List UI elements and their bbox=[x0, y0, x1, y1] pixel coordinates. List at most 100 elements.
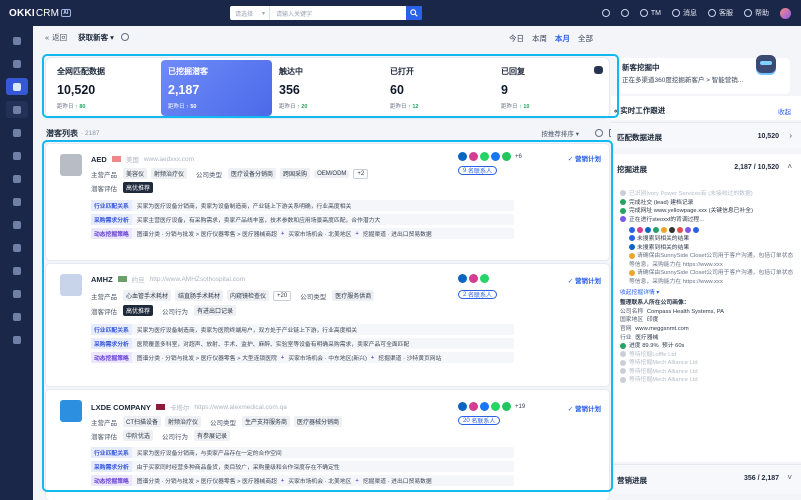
company-website[interactable]: www.aedxxx.com bbox=[144, 156, 194, 163]
stat-reaching[interactable]: 触达中 356 距昨日 ↑ 20 bbox=[272, 60, 383, 116]
dynamic-key: 动态挖掘策略 bbox=[91, 475, 132, 486]
company-logo bbox=[60, 154, 82, 176]
source-icon bbox=[669, 226, 675, 233]
progress-row: 进度 89.9% 预计 60s bbox=[620, 342, 796, 351]
contacts-pill[interactable]: 20 名联系人 bbox=[458, 416, 501, 425]
lead-card[interactable]: AMHZ 约旦 http://www.AMHZsothospital.com 主营产… bbox=[46, 264, 609, 386]
social-links: +6 bbox=[458, 152, 522, 161]
purchase-text: 医院覆盖多科室，对超声、放射、手术、监护、麻醉、实验室等设备有明确采购需求，卖家… bbox=[136, 342, 410, 348]
country-flag-icon bbox=[155, 404, 165, 410]
stat-replied[interactable]: 已回复 9 距昨日 ↑ 10 bbox=[494, 60, 605, 116]
stat-opened[interactable]: 已打开 60 距昨日 ↑ 12 bbox=[383, 60, 494, 116]
sidebar-item-dashboard[interactable] bbox=[6, 55, 28, 72]
dyn-text: 挖掘渠道 · 进出口贸易数据 bbox=[362, 479, 432, 485]
lead-card[interactable]: LXDE COMPANY 卡塔尔 https://www.alexmedical.c… bbox=[46, 390, 609, 500]
assistant-robot-icon[interactable] bbox=[594, 66, 603, 74]
search-input[interactable]: 请输入关键字 bbox=[270, 9, 406, 18]
sidebar-item-apps[interactable] bbox=[6, 308, 28, 325]
source-icon bbox=[629, 226, 635, 233]
behavior-tag: 有参展记录 bbox=[194, 430, 231, 441]
messages-button[interactable]: 消息 bbox=[672, 8, 697, 18]
line-icon[interactable] bbox=[502, 402, 511, 411]
whatsapp-icon[interactable] bbox=[491, 402, 500, 411]
company-attributes: 主营产品 美容仪 射频治疗仪 公司类型 医疗设备分销商 跨国采购 OEM/ODM… bbox=[91, 168, 369, 179]
user-avatar[interactable] bbox=[780, 7, 791, 19]
company-name[interactable]: LXDE COMPANY 卡塔尔 https://www.alexmedical.c… bbox=[91, 402, 287, 413]
help-button[interactable]: 帮助 bbox=[744, 8, 769, 18]
company-name[interactable]: AED 美国 www.aedxxx.com bbox=[91, 154, 194, 165]
mine-count: 2,187 / 10,520 bbox=[734, 164, 779, 171]
back-button[interactable]: «返回 bbox=[45, 32, 67, 43]
facebook-icon[interactable] bbox=[480, 402, 489, 411]
sidebar-item-ai-discovery[interactable] bbox=[5, 78, 28, 95]
orders-icon bbox=[12, 174, 21, 183]
stat-label: 全网匹配数据 bbox=[57, 67, 105, 76]
sidebar-item-reports[interactable] bbox=[6, 239, 28, 256]
more-socials[interactable]: +6 bbox=[515, 154, 522, 160]
right-panel: 新客挖掘中 正在多渠道360度挖掘新客户 > 智能营销... « 实时工作跟进 … bbox=[611, 26, 801, 500]
sort-select[interactable]: 按推荐排序 ▾ bbox=[541, 128, 579, 138]
sidebar-item-orders[interactable] bbox=[6, 170, 28, 187]
left-sidebar bbox=[0, 26, 33, 500]
line-icon[interactable] bbox=[502, 152, 511, 161]
add-icon[interactable] bbox=[601, 9, 610, 17]
sidebar-item-home[interactable] bbox=[6, 32, 28, 49]
marketing-plan-button[interactable]: ✓ 营销计划 bbox=[568, 275, 601, 285]
stat-mined[interactable]: 已挖掘潜客 2,187 距昨日 ↑ 50 bbox=[161, 60, 272, 116]
search-icon[interactable] bbox=[595, 129, 603, 137]
linkedin-icon[interactable] bbox=[458, 274, 467, 283]
marketing-plan-button[interactable]: ✓ 营销计划 bbox=[568, 403, 601, 413]
instagram-icon[interactable] bbox=[469, 152, 478, 161]
sidebar-item-customers[interactable] bbox=[6, 124, 28, 141]
service-label: 客服 bbox=[719, 10, 733, 17]
whatsapp-icon[interactable] bbox=[480, 152, 489, 161]
range-month[interactable]: 本月 bbox=[555, 33, 570, 44]
contacts-pill[interactable]: 9 名联系人 bbox=[458, 166, 498, 175]
range-week[interactable]: 本周 bbox=[532, 33, 547, 44]
instagram-icon[interactable] bbox=[469, 402, 478, 411]
page-title-text: 获取新客 bbox=[78, 32, 109, 42]
app-logo[interactable]: OKKI CRM AI bbox=[0, 0, 71, 26]
stat-matched[interactable]: 全网匹配数据 10,520 距昨日 ↑ 80 bbox=[50, 60, 161, 116]
rating-badge: 中阶优选 bbox=[123, 430, 154, 441]
more-tags[interactable]: +20 bbox=[273, 290, 292, 301]
lead-card[interactable]: AED 美国 www.aedxxx.com 主营产品 美容仪 射频治疗仪 公司类型 … bbox=[46, 144, 609, 260]
company-website[interactable]: https://www.alexmedical.com.qa bbox=[194, 404, 286, 411]
more-socials[interactable]: +19 bbox=[515, 404, 525, 410]
search-scope-select[interactable]: 请选择 ▾ bbox=[230, 6, 270, 20]
marketing-progress-row[interactable]: 营销进展 356 / 2,187 ˅ bbox=[611, 464, 801, 494]
company-country: 卡塔尔 bbox=[169, 405, 190, 412]
type-tag: 医疗服务供商 bbox=[332, 290, 375, 301]
sidebar-item-team[interactable] bbox=[6, 262, 28, 279]
contacts-pill[interactable]: 2 名联系人 bbox=[458, 290, 498, 299]
stat-value: 9 bbox=[501, 83, 508, 97]
sidebar-item-settings[interactable] bbox=[6, 331, 28, 348]
sidebar-item-products[interactable] bbox=[6, 193, 28, 210]
sidebar-item-tools[interactable] bbox=[6, 285, 28, 302]
time-icon[interactable] bbox=[620, 9, 629, 17]
more-tags[interactable]: +2 bbox=[353, 168, 369, 179]
marketing-plan-button[interactable]: ✓ 营销计划 bbox=[568, 153, 601, 163]
instagram-icon[interactable] bbox=[469, 274, 478, 283]
profile-row: 行业 医疗器械 bbox=[620, 334, 659, 341]
range-all[interactable]: 全部 bbox=[578, 33, 593, 44]
facebook-icon[interactable] bbox=[491, 152, 500, 161]
service-button[interactable]: 客服 bbox=[708, 8, 733, 18]
source-icons bbox=[620, 226, 796, 235]
page-title[interactable]: 获取新客 ▾ bbox=[78, 32, 114, 43]
sidebar-item-marketing[interactable] bbox=[6, 216, 28, 233]
sidebar-item-leads[interactable] bbox=[5, 101, 28, 118]
sidebar-item-mail[interactable] bbox=[6, 147, 28, 164]
company-name[interactable]: AMHZ 约旦 http://www.AMHZsothospital.com bbox=[91, 274, 245, 285]
company-website[interactable]: http://www.AMHZsothospital.com bbox=[150, 276, 245, 283]
whatsapp-icon[interactable] bbox=[480, 274, 489, 283]
linkedin-icon[interactable] bbox=[458, 152, 467, 161]
collapse-link[interactable]: 收起 bbox=[778, 106, 791, 116]
tm-button[interactable]: TM bbox=[639, 9, 661, 17]
collapse-details-link[interactable]: 收起挖掘详情 ▾ bbox=[620, 289, 796, 298]
linkedin-icon[interactable] bbox=[458, 402, 467, 411]
search-button[interactable] bbox=[406, 6, 422, 20]
gear-icon[interactable] bbox=[120, 33, 129, 41]
range-today[interactable]: 今日 bbox=[509, 33, 524, 44]
match-progress-row[interactable]: 匹配数据进展 10,520 › bbox=[611, 122, 801, 148]
